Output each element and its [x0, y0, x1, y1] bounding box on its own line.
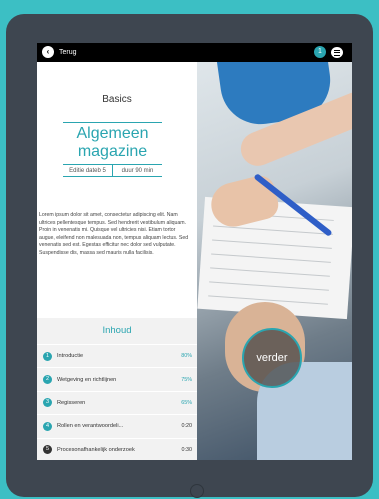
- back-button[interactable]: ‹ Terug: [42, 46, 77, 58]
- item-number: 5: [43, 445, 52, 455]
- item-number: 2: [43, 375, 52, 385]
- item-duration: 0:30: [181, 446, 193, 453]
- notification-badge[interactable]: 1: [314, 46, 326, 58]
- item-label: Introductie: [57, 353, 84, 360]
- item-label: Rollen en verantwoordeli...: [57, 423, 124, 430]
- duration-label: duur 90 min: [112, 165, 162, 176]
- item-number: 4: [43, 421, 52, 431]
- item-number: 1: [43, 351, 52, 361]
- toc-item[interactable]: 5 Procesonafhankelijk onderzoek 0:30: [37, 437, 197, 460]
- magazine-title: Algemeen magazine: [76, 125, 149, 160]
- toc-item[interactable]: 2 Wetgeving en richtlijnen 75%: [37, 367, 197, 390]
- magazine-title-box: Algemeen magazine Editie dateb 5 duur 90…: [63, 122, 162, 177]
- item-duration: 0:20: [181, 423, 193, 430]
- table-of-contents: Inhoud 1 Introductie 80% 2 Wetgeving en …: [37, 318, 197, 460]
- continue-button[interactable]: verder: [242, 328, 302, 388]
- hamburger-icon[interactable]: [331, 47, 343, 58]
- home-button[interactable]: [190, 484, 204, 498]
- item-progress: 65%: [181, 399, 192, 406]
- edition-label: Editie dateb 5: [69, 168, 106, 174]
- magazine-meta: Editie dateb 5 duur 90 min: [63, 164, 162, 177]
- item-progress: 80%: [181, 353, 192, 360]
- item-number: 3: [43, 398, 52, 408]
- toc-item[interactable]: 3 Regisseren 65%: [37, 390, 197, 414]
- intro-text: Lorem ipsum dolor sit amet, consectetur …: [39, 212, 189, 256]
- hero-photo: [197, 62, 352, 460]
- toc-title: Inhoud: [102, 325, 132, 336]
- item-label: Wetgeving en richtlijnen: [57, 376, 117, 383]
- item-label: Procesonafhankelijk onderzoek: [57, 446, 135, 453]
- item-label: Regisseren: [57, 399, 86, 406]
- app-screen: ‹ Terug 1 Basics Algemeen magazine Editi…: [37, 43, 352, 460]
- section-title: Basics: [102, 94, 132, 105]
- item-progress: 75%: [181, 376, 192, 383]
- content-panel: Basics Algemeen magazine Editie dateb 5 …: [37, 62, 197, 460]
- toc-item[interactable]: 1 Introductie 80%: [37, 344, 197, 367]
- chevron-left-icon: ‹: [42, 46, 54, 58]
- back-label: Terug: [59, 48, 77, 56]
- top-bar: ‹ Terug 1: [37, 43, 352, 62]
- toc-item[interactable]: 4 Rollen en verantwoordeli... 0:20: [37, 414, 197, 437]
